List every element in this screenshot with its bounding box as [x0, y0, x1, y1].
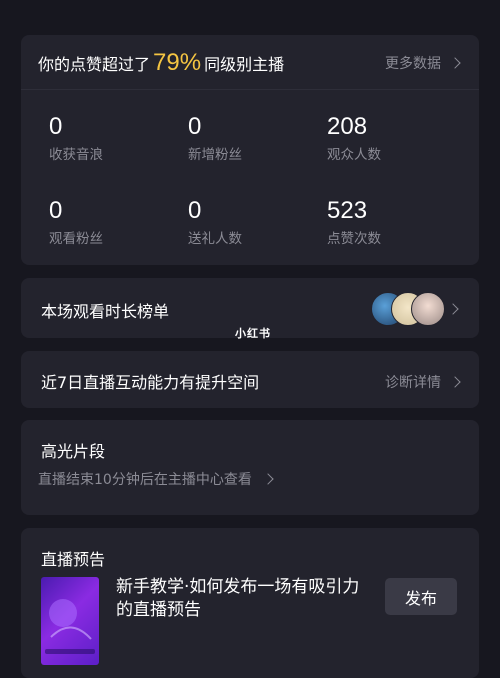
- highlight-subtitle-row: 直播结束10分钟后在主播中心查看: [38, 469, 274, 489]
- stat-value: 0: [49, 113, 63, 140]
- improve-title: 近7日直播互动能力有提升空间: [41, 373, 260, 392]
- stats-header: 你的点赞超过了 79% 同级别主播 更多数据: [21, 35, 479, 90]
- chevron-right-icon: [449, 57, 461, 69]
- stat-sound-waves: 0 收获音浪: [49, 113, 103, 164]
- stat-label: 点赞次数: [327, 231, 381, 247]
- stats-title-prefix: 你的点赞超过了: [38, 55, 151, 74]
- stat-value: 0: [49, 197, 63, 224]
- publish-button[interactable]: 发布: [385, 578, 457, 615]
- top-viewers-avatars: [371, 292, 445, 326]
- stat-label: 收获音浪: [49, 147, 103, 163]
- tutorial-thumbnail[interactable]: [41, 577, 99, 665]
- tutorial-thumbnail-art: [45, 599, 95, 654]
- diagnose-details-label: 诊断详情: [385, 375, 441, 391]
- stat-value: 0: [188, 197, 202, 224]
- ranking-title: 本场观看时长榜单: [41, 302, 170, 321]
- preview-section-title: 直播预告: [41, 550, 106, 569]
- stat-value: 0: [188, 113, 202, 140]
- stat-value: 208: [327, 113, 368, 140]
- xiaohongshu-watermark: 小红书: [235, 327, 271, 340]
- diagnose-details-link[interactable]: 诊断详情: [385, 372, 461, 392]
- more-data-link[interactable]: 更多数据: [385, 53, 461, 73]
- stat-label: 观看粉丝: [49, 231, 103, 247]
- like-percent: 79%: [153, 49, 202, 76]
- stat-new-fans: 0 新增粉丝: [188, 113, 242, 164]
- stat-label: 送礼人数: [188, 231, 242, 247]
- highlight-subtitle: 直播结束10分钟后在主播中心查看: [38, 472, 252, 488]
- stats-title: 你的点赞超过了 79% 同级别主播: [38, 49, 284, 77]
- live-preview-card: 直播预告 新手教学·如何发布一场有吸引力的直播预告 发布: [21, 528, 479, 678]
- chevron-right-icon: [449, 376, 461, 388]
- stats-title-suffix: 同级别主播: [204, 55, 285, 74]
- chevron-right-icon: [447, 303, 459, 315]
- stat-gift-senders: 0 送礼人数: [188, 197, 242, 248]
- highlight-clips-card[interactable]: 高光片段 直播结束10分钟后在主播中心查看: [21, 420, 479, 515]
- stat-value: 523: [327, 197, 368, 224]
- more-data-label: 更多数据: [385, 56, 441, 72]
- stat-likes: 523 点赞次数: [327, 197, 381, 248]
- stat-label: 观众人数: [327, 147, 381, 163]
- stat-watching-fans: 0 观看粉丝: [49, 197, 103, 248]
- interaction-improvement-card[interactable]: 近7日直播互动能力有提升空间 诊断详情: [21, 351, 479, 408]
- stats-card: 你的点赞超过了 79% 同级别主播 更多数据 0 收获音浪 0 新增粉丝 208…: [21, 35, 479, 265]
- stat-label: 新增粉丝: [188, 147, 242, 163]
- highlight-title: 高光片段: [41, 442, 106, 461]
- stat-viewers: 208 观众人数: [327, 113, 381, 164]
- avatar: [411, 292, 445, 326]
- chevron-right-icon: [262, 473, 274, 485]
- tutorial-title[interactable]: 新手教学·如何发布一场有吸引力的直播预告: [116, 576, 366, 622]
